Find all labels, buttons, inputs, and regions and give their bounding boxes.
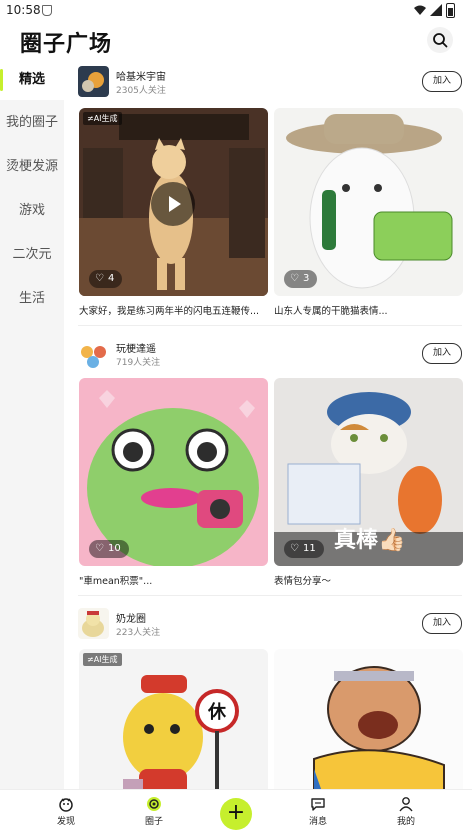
like-count[interactable]: ♡ 3: [284, 270, 318, 288]
post-image: [79, 378, 268, 566]
post-caption[interactable]: 山东人专属的干脆猫表情...: [274, 303, 463, 317]
play-icon[interactable]: [151, 182, 195, 226]
circle-name: 玩梗達遥: [116, 344, 156, 355]
post-card[interactable]: ♡ 10: [79, 378, 268, 566]
nav-messages[interactable]: 消息: [288, 794, 348, 827]
circle-followers: 2305人关注: [116, 86, 166, 96]
search-icon: [433, 33, 448, 48]
post-overlay-text: 真棒👍🏻: [334, 528, 406, 553]
circle-feed[interactable]: 哈基米宇宙 2305人关注 加入 ≠AI生成 ♡ 4 大家好，我是练习两年半的闪电…: [64, 60, 472, 789]
like-number: 3: [302, 273, 310, 284]
post-caption[interactable]: 大家好，我是练习两年半的闪电五连鞭传...: [79, 303, 268, 317]
circle-name: 哈基米宇宙: [116, 72, 166, 83]
battery-icon: [446, 3, 455, 18]
circle-avatar: [78, 66, 109, 97]
shield-icon: [42, 5, 52, 16]
post-image: [274, 649, 463, 789]
post-card[interactable]: [274, 649, 463, 789]
like-count[interactable]: ♡ 10: [89, 540, 129, 558]
post-card[interactable]: ≠AI生成 ♡ 4: [79, 108, 268, 296]
ai-generated-badge: ≠AI生成: [83, 653, 122, 666]
page-title: 圈子广场: [20, 32, 113, 57]
like-count[interactable]: ♡ 11: [284, 540, 324, 558]
create-post-button[interactable]: +: [220, 798, 252, 830]
nav-discover-label: 发现: [56, 817, 75, 827]
discover-icon: [59, 798, 73, 812]
sidebar-item-my-circles[interactable]: 我的圈子: [0, 103, 64, 143]
sidebar-item-anime[interactable]: 二次元: [0, 235, 64, 275]
post-card[interactable]: 真棒👍🏻 ♡ 11: [274, 378, 463, 566]
circle-header[interactable]: 哈基米宇宙 2305人关注 加入: [78, 66, 462, 102]
heart-icon: ♡: [290, 543, 299, 554]
like-number: 11: [302, 543, 316, 554]
like-count[interactable]: ♡ 4: [89, 270, 123, 288]
signal-icon: [430, 4, 442, 16]
divider: [78, 595, 462, 596]
message-icon: [311, 798, 325, 811]
sign-text: 休: [207, 701, 227, 723]
sidebar-item-games[interactable]: 游戏: [0, 191, 64, 231]
post-caption[interactable]: "車mean积票"...: [79, 573, 268, 587]
heart-icon: ♡: [95, 273, 104, 284]
post-image: 休: [79, 649, 268, 789]
search-button[interactable]: [427, 27, 453, 53]
post-card[interactable]: 休 ≠AI生成: [79, 649, 268, 789]
circle-icon: [147, 797, 161, 811]
join-button[interactable]: 加入: [422, 343, 462, 364]
post-card[interactable]: ♡ 3: [274, 108, 463, 296]
circle-followers: 719人关注: [116, 358, 161, 368]
post-caption[interactable]: 表情包分享～: [274, 573, 463, 587]
profile-icon: [399, 797, 413, 812]
nav-circle[interactable]: 圈子: [124, 794, 184, 827]
status-time: 10:58: [6, 3, 41, 17]
like-number: 4: [107, 273, 115, 284]
sidebar-item-meme-origin[interactable]: 烫梗发源: [0, 147, 64, 187]
nav-profile-label: 我的: [396, 817, 415, 827]
nav-messages-label: 消息: [308, 817, 327, 827]
like-number: 10: [107, 543, 121, 554]
post-image: [274, 108, 463, 296]
heart-icon: ♡: [290, 273, 299, 284]
circle-name: 奶龙圈: [116, 614, 146, 625]
status-bar: 10:58: [0, 0, 472, 22]
circle-avatar: [78, 608, 109, 639]
nav-profile[interactable]: 我的: [376, 794, 436, 827]
divider: [78, 325, 462, 326]
circle-header[interactable]: 奶龙圈 223人关注 加入: [78, 608, 462, 644]
nav-circle-label: 圈子: [144, 817, 163, 827]
heart-icon: ♡: [95, 543, 104, 554]
ai-generated-badge: ≠AI生成: [83, 112, 122, 125]
category-sidebar: 精选 我的圈子 烫梗发源 游戏 二次元 生活: [0, 60, 64, 789]
circle-followers: 223人关注: [116, 628, 161, 638]
sidebar-item-life[interactable]: 生活: [0, 279, 64, 319]
bottom-nav: 发现 圈子 + 消息 我的: [0, 789, 472, 840]
nav-discover[interactable]: 发现: [36, 794, 96, 827]
join-button[interactable]: 加入: [422, 71, 462, 92]
circle-avatar: [78, 338, 109, 369]
circle-header[interactable]: 玩梗達遥 719人关注 加入: [78, 338, 462, 374]
join-button[interactable]: 加入: [422, 613, 462, 634]
sidebar-item-featured[interactable]: 精选: [0, 60, 64, 100]
wifi-icon: [414, 5, 426, 15]
